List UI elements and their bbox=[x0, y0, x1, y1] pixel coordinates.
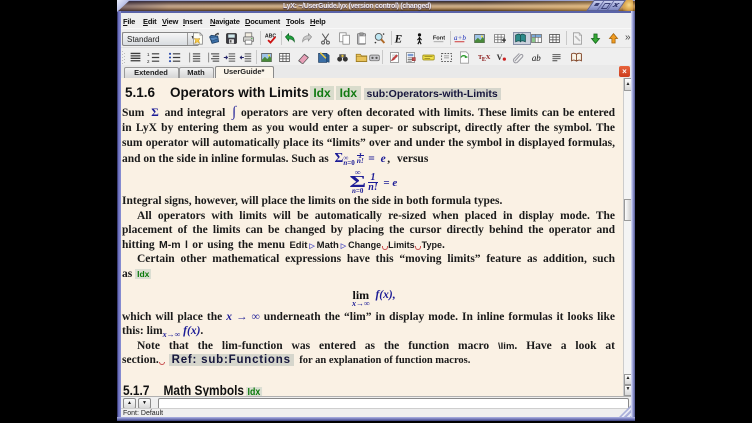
svg-text:1: 1 bbox=[147, 52, 150, 57]
svg-text:E: E bbox=[394, 34, 403, 45]
svg-text:V: V bbox=[496, 53, 502, 62]
svg-text:2: 2 bbox=[147, 59, 150, 64]
svg-text:X: X bbox=[485, 54, 490, 61]
svg-text:Font: Font bbox=[433, 35, 445, 41]
svg-text:a+b: a+b bbox=[454, 33, 466, 42]
svg-text:ab: ab bbox=[532, 53, 541, 63]
